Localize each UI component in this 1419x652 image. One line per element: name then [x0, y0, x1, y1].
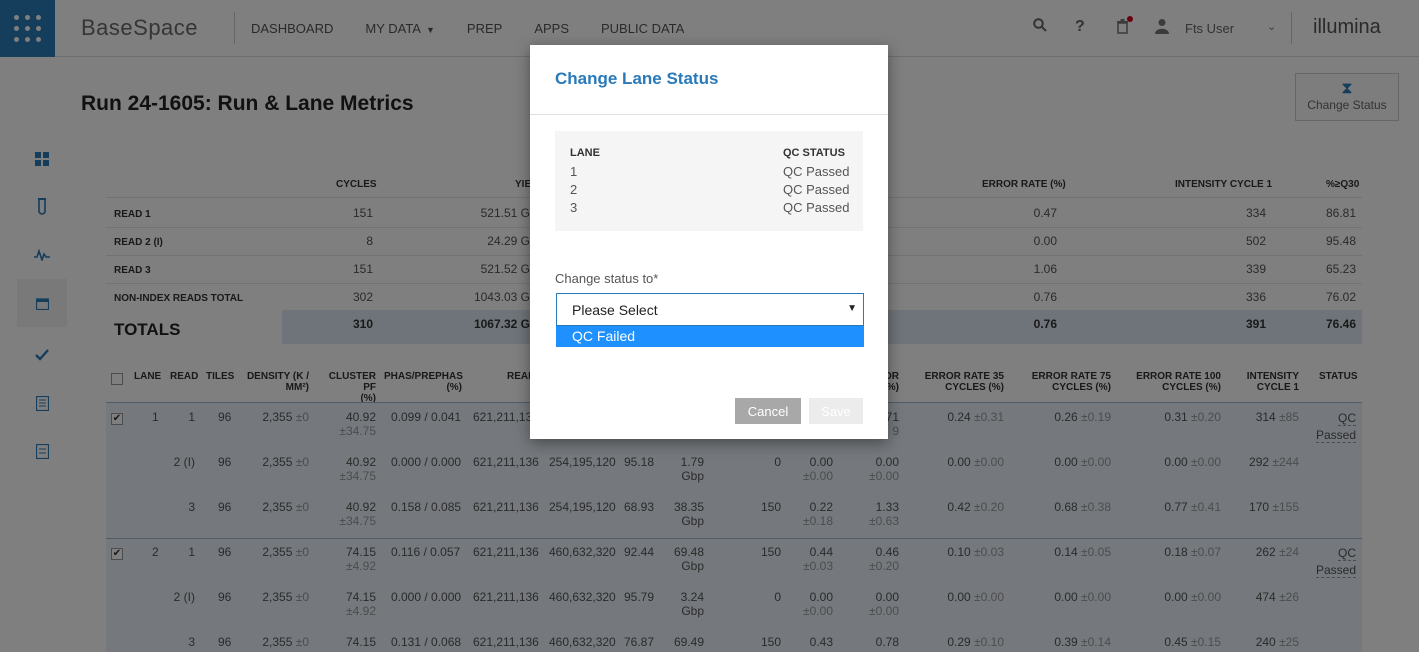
select-value: Please Select [572, 302, 658, 318]
change-status-label: Change status to* [555, 271, 659, 286]
qc-status-header: QC STATUS [783, 147, 845, 159]
summary-lane: 2 [570, 182, 578, 197]
cancel-button[interactable]: Cancel [735, 398, 801, 424]
save-button[interactable]: Save [809, 398, 863, 424]
option-qc-failed[interactable]: QC Failed [556, 326, 864, 347]
summary-status: QC Passed [783, 182, 850, 197]
lane-status-summary: LANE QC STATUS 1 QC Passed 2 QC Passed 3… [555, 131, 863, 231]
summary-status: QC Passed [783, 164, 850, 179]
lane-header: LANE [570, 147, 600, 159]
dialog-divider [530, 114, 888, 115]
caret-down-icon: ▼ [847, 303, 857, 314]
dialog-title: Change Lane Status [555, 69, 719, 88]
summary-lane: 1 [570, 164, 578, 179]
change-lane-status-dialog: Change Lane Status LANE QC STATUS 1 QC P… [530, 45, 888, 439]
status-select[interactable]: Please Select ▼ [556, 293, 864, 326]
summary-lane: 3 [570, 200, 578, 215]
summary-status: QC Passed [783, 200, 850, 215]
